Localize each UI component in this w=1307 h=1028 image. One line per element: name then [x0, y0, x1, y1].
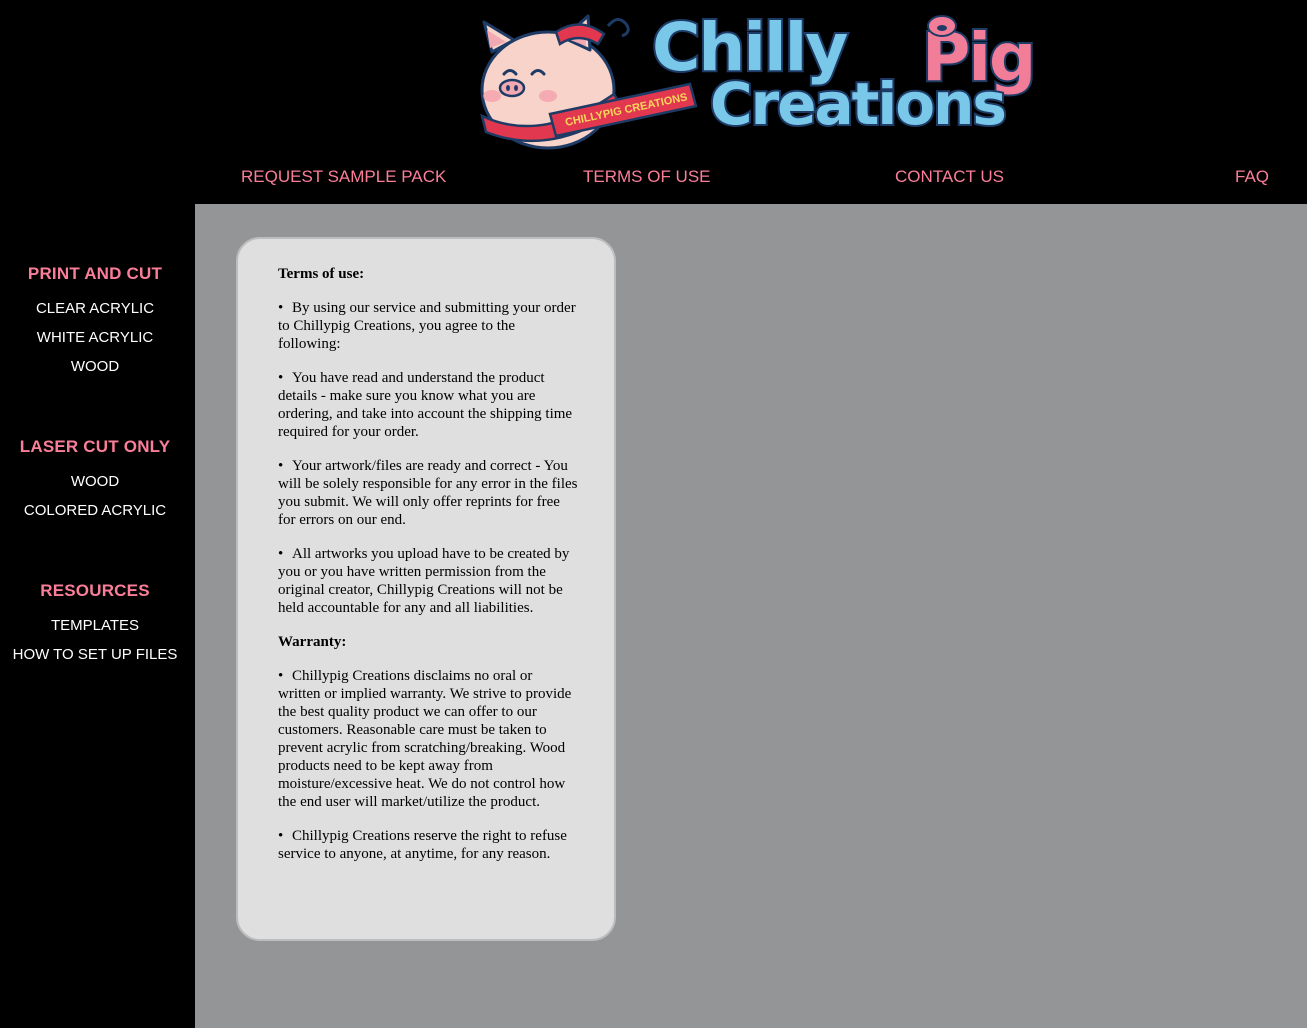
sidebar-item-how-to-set-up-files[interactable]: HOW TO SET UP FILES — [0, 646, 190, 664]
bullet-icon: • — [278, 668, 284, 684]
nav-contact-us[interactable]: CONTACT US — [895, 167, 1004, 187]
bullet-icon: • — [278, 828, 284, 844]
logo-text-creations: Creations — [710, 70, 1005, 138]
bullet-icon: • — [278, 458, 284, 474]
warranty-heading: Warranty: — [278, 634, 347, 650]
sidebar: PRINT AND CUT CLEAR ACRYLIC WHITE ACRYLI… — [0, 204, 195, 1028]
nav-faq[interactable]: FAQ — [1235, 167, 1269, 187]
bullet-icon: • — [278, 370, 284, 386]
sidebar-item-white-acrylic[interactable]: WHITE ACRYLIC — [0, 329, 190, 347]
terms-text: Terms of use: • By using our service and … — [278, 265, 578, 879]
sidebar-item-wood-print[interactable]: WOOD — [0, 358, 190, 376]
warranty-item: • Chillypig Creations disclaims no oral o… — [278, 668, 572, 810]
terms-card: Terms of use: • By using our service and … — [236, 237, 616, 941]
sidebar-item-wood-laser[interactable]: WOOD — [0, 473, 190, 491]
small-pig-icon — [927, 15, 957, 37]
main-content: Terms of use: • By using our service and … — [195, 204, 1307, 1028]
terms-item: • Your artwork/files are ready and correc… — [278, 458, 578, 528]
sidebar-heading-resources: RESOURCES — [40, 581, 150, 600]
warranty-item: • Chillypig Creations reserve the right t… — [278, 828, 567, 862]
sidebar-item-templates[interactable]: TEMPLATES — [0, 617, 190, 635]
chillypig-logo: CHILLYPIG CREATIONS Chilly Pig Creations — [480, 7, 1038, 150]
bullet-icon: • — [278, 546, 284, 562]
terms-item: • You have read and understand the produc… — [278, 370, 573, 440]
terms-item: • All artworks you upload have to be crea… — [278, 546, 570, 616]
sidebar-item-clear-acrylic[interactable]: CLEAR ACRYLIC — [0, 300, 190, 318]
nav-request-sample-pack[interactable]: REQUEST SAMPLE PACK — [241, 167, 446, 187]
sidebar-heading-print-and-cut: PRINT AND CUT — [27, 264, 163, 283]
site-logo[interactable]: CHILLYPIG CREATIONS Chilly Pig Creations — [470, 4, 1120, 150]
terms-heading: Terms of use: — [278, 266, 365, 282]
sidebar-item-colored-acrylic[interactable]: COLORED ACRYLIC — [0, 502, 190, 520]
bullet-icon: • — [278, 300, 284, 316]
sidebar-heading-laser-cut-only: LASER CUT ONLY — [19, 437, 171, 456]
nav-terms-of-use[interactable]: TERMS OF USE — [583, 167, 711, 187]
terms-item: • By using our service and submitting you… — [278, 300, 576, 352]
